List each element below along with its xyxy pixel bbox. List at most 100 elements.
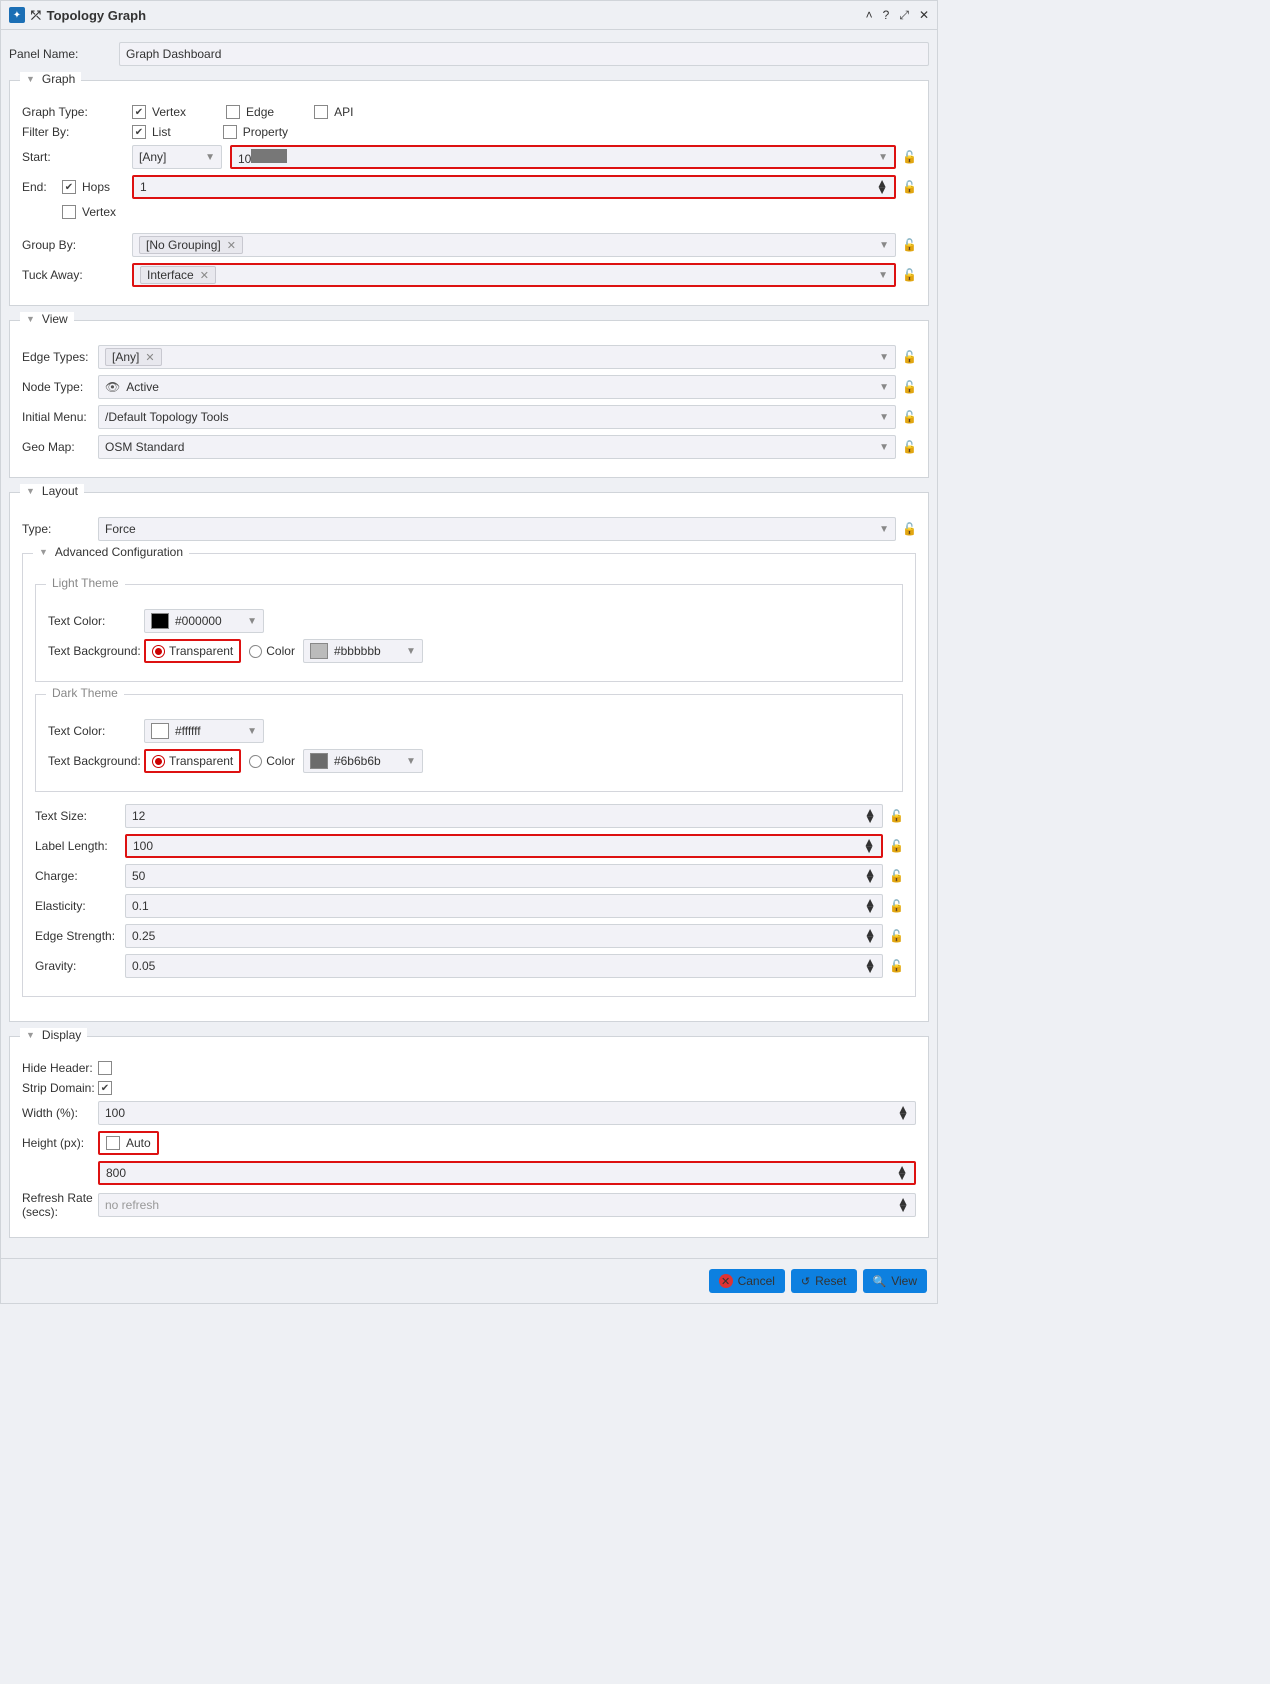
lock-icon[interactable]: 🔓 bbox=[889, 959, 903, 973]
hops-value-input[interactable]: 1▲▼ bbox=[132, 175, 896, 199]
lock-icon[interactable]: 🔓 bbox=[889, 929, 903, 943]
close-icon[interactable]: ✕ bbox=[919, 8, 929, 23]
color-chip bbox=[310, 643, 328, 659]
lock-icon[interactable]: 🔓 bbox=[902, 150, 916, 164]
chevron-down-icon[interactable]: ▼ bbox=[26, 74, 35, 84]
lock-icon[interactable]: 🔓 bbox=[902, 410, 916, 424]
property-checkbox[interactable]: Property bbox=[223, 125, 288, 139]
tuck-away-tag[interactable]: Interface✕ bbox=[140, 266, 216, 284]
light-bg-label: Text Background: bbox=[48, 644, 144, 658]
collapse-icon[interactable]: ˄ bbox=[866, 8, 873, 23]
minimize-icon[interactable]: ⤢ bbox=[899, 8, 909, 23]
lock-icon[interactable]: 🔓 bbox=[902, 380, 916, 394]
end-label: End: bbox=[22, 180, 62, 194]
width-input[interactable]: 100▲▼ bbox=[98, 1101, 916, 1125]
tuck-away-select[interactable]: Interface✕▼ bbox=[132, 263, 896, 287]
height-label: Height (px): bbox=[22, 1136, 98, 1150]
cancel-button[interactable]: ✕Cancel bbox=[709, 1269, 785, 1293]
app-icon: ✦ bbox=[9, 7, 25, 23]
refresh-input[interactable]: no refresh▲▼ bbox=[98, 1193, 916, 1217]
search-icon: 🔍 bbox=[873, 1275, 887, 1288]
strip-domain-checkbox[interactable] bbox=[98, 1081, 112, 1095]
dark-transparent-radio[interactable]: Transparent bbox=[144, 749, 241, 773]
lock-icon[interactable]: 🔓 bbox=[902, 268, 916, 282]
text-size-input[interactable]: 12▲▼ bbox=[125, 804, 883, 828]
tag-remove-icon[interactable]: ✕ bbox=[200, 269, 209, 282]
light-transparent-radio[interactable]: Transparent bbox=[144, 639, 241, 663]
light-color-radio[interactable]: Color bbox=[249, 644, 295, 658]
width-label: Width (%): bbox=[22, 1106, 98, 1120]
panel-name-input[interactable]: Graph Dashboard bbox=[119, 42, 929, 66]
chevron-down-icon[interactable]: ▼ bbox=[26, 486, 35, 496]
text-size-label: Text Size: bbox=[35, 809, 125, 823]
elasticity-input[interactable]: 0.1▲▼ bbox=[125, 894, 883, 918]
hide-header-label: Hide Header: bbox=[22, 1061, 98, 1075]
lock-icon[interactable]: 🔓 bbox=[889, 869, 903, 883]
label-length-label: Label Length: bbox=[35, 839, 125, 853]
gravity-input[interactable]: 0.05▲▼ bbox=[125, 954, 883, 978]
chevron-down-icon[interactable]: ▼ bbox=[26, 314, 35, 324]
tag-remove-icon[interactable]: ✕ bbox=[145, 351, 154, 364]
initial-menu-select[interactable]: /Default Topology Tools▼ bbox=[98, 405, 896, 429]
lock-icon[interactable]: 🔓 bbox=[902, 350, 916, 364]
redacted bbox=[251, 149, 287, 163]
edge-types-select[interactable]: [Any]✕▼ bbox=[98, 345, 896, 369]
edge-types-tag[interactable]: [Any]✕ bbox=[105, 348, 162, 366]
dark-bg-label: Text Background: bbox=[48, 754, 144, 768]
refresh-label: Refresh Rate (secs): bbox=[22, 1191, 98, 1219]
start-type-select[interactable]: [Any]▼ bbox=[132, 145, 222, 169]
elasticity-label: Elasticity: bbox=[35, 899, 125, 913]
color-chip bbox=[151, 723, 169, 739]
group-by-select[interactable]: [No Grouping]✕▼ bbox=[132, 233, 896, 257]
chevron-down-icon[interactable]: ▼ bbox=[26, 1030, 35, 1040]
advanced-config-section: ▼Advanced Configuration Light Theme Text… bbox=[22, 553, 916, 997]
eye-icon: 👁 bbox=[105, 380, 120, 394]
dark-color-select[interactable]: #6b6b6b▼ bbox=[303, 749, 423, 773]
dark-text-color-select[interactable]: #ffffff▼ bbox=[144, 719, 264, 743]
lock-icon[interactable]: 🔓 bbox=[902, 238, 916, 252]
lock-icon[interactable]: 🔓 bbox=[889, 839, 903, 853]
geo-map-select[interactable]: OSM Standard▼ bbox=[98, 435, 896, 459]
layout-section: ▼Layout Type: Force▼ 🔓 ▼Advanced Configu… bbox=[9, 492, 929, 1022]
auto-height-checkbox[interactable]: Auto bbox=[98, 1131, 159, 1155]
lock-icon[interactable]: 🔓 bbox=[902, 440, 916, 454]
filter-by-label: Filter By: bbox=[22, 125, 132, 139]
vertex-checkbox[interactable]: Vertex bbox=[132, 105, 186, 119]
color-chip bbox=[310, 753, 328, 769]
api-checkbox[interactable]: API bbox=[314, 105, 353, 119]
node-type-select[interactable]: 👁Active▼ bbox=[98, 375, 896, 399]
end-vertex-checkbox[interactable]: Vertex bbox=[62, 205, 116, 219]
help-icon[interactable]: ? bbox=[883, 8, 890, 23]
graph-type-label: Graph Type: bbox=[22, 105, 132, 119]
label-length-input[interactable]: 100▲▼ bbox=[125, 834, 883, 858]
geo-map-label: Geo Map: bbox=[22, 440, 98, 454]
edge-strength-input[interactable]: 0.25▲▼ bbox=[125, 924, 883, 948]
lock-icon[interactable]: 🔓 bbox=[902, 180, 916, 194]
group-by-tag[interactable]: [No Grouping]✕ bbox=[139, 236, 243, 254]
lock-icon[interactable]: 🔓 bbox=[889, 809, 903, 823]
lock-icon[interactable]: 🔓 bbox=[889, 899, 903, 913]
charge-input[interactable]: 50▲▼ bbox=[125, 864, 883, 888]
start-value-select[interactable]: 10▼ bbox=[230, 145, 896, 169]
node-type-label: Node Type: bbox=[22, 380, 98, 394]
share-icon: ⤱ bbox=[31, 8, 41, 23]
panel-title: Topology Graph bbox=[47, 8, 866, 23]
dark-color-radio[interactable]: Color bbox=[249, 754, 295, 768]
lock-icon[interactable]: 🔓 bbox=[902, 522, 916, 536]
height-input[interactable]: 800▲▼ bbox=[98, 1161, 916, 1185]
hide-header-checkbox[interactable] bbox=[98, 1061, 112, 1075]
light-text-color-select[interactable]: #000000▼ bbox=[144, 609, 264, 633]
charge-label: Charge: bbox=[35, 869, 125, 883]
graph-section: ▼Graph Graph Type: Vertex Edge API Filte… bbox=[9, 80, 929, 306]
list-checkbox[interactable]: List bbox=[132, 125, 171, 139]
edge-checkbox[interactable]: Edge bbox=[226, 105, 274, 119]
chevron-down-icon[interactable]: ▼ bbox=[39, 547, 48, 557]
reset-button[interactable]: ↺Reset bbox=[791, 1269, 857, 1293]
tag-remove-icon[interactable]: ✕ bbox=[227, 239, 236, 252]
hops-checkbox[interactable]: Hops bbox=[62, 180, 132, 194]
light-color-select[interactable]: #bbbbbb▼ bbox=[303, 639, 423, 663]
layout-type-select[interactable]: Force▼ bbox=[98, 517, 896, 541]
view-button[interactable]: 🔍View bbox=[863, 1269, 928, 1293]
group-by-label: Group By: bbox=[22, 238, 132, 252]
edge-types-label: Edge Types: bbox=[22, 350, 98, 364]
